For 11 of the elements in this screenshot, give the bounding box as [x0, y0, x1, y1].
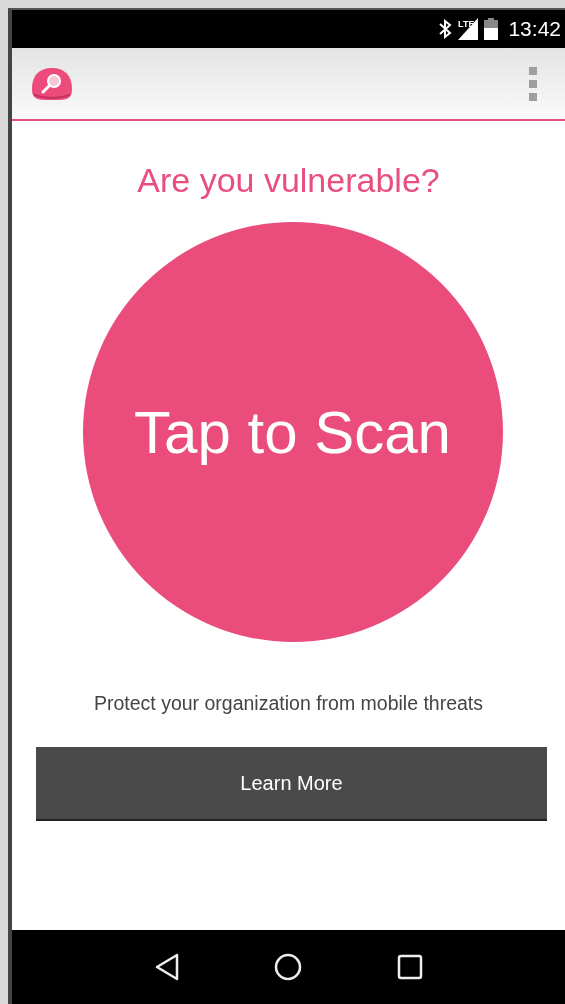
battery-icon [484, 18, 499, 40]
clock-time: 13:42 [508, 17, 561, 41]
magnifier-logo-icon [30, 66, 74, 101]
learn-more-button[interactable]: Learn More [36, 747, 547, 821]
back-icon[interactable] [154, 953, 181, 981]
tagline-text: Protect your organization from mobile threats [93, 692, 484, 715]
scan-button[interactable]: Tap to Scan [82, 222, 503, 642]
home-icon[interactable] [274, 953, 303, 981]
question-title: Are you vulnerable? [137, 161, 440, 200]
bluetooth-icon [438, 19, 453, 39]
recents-icon[interactable] [396, 954, 423, 980]
